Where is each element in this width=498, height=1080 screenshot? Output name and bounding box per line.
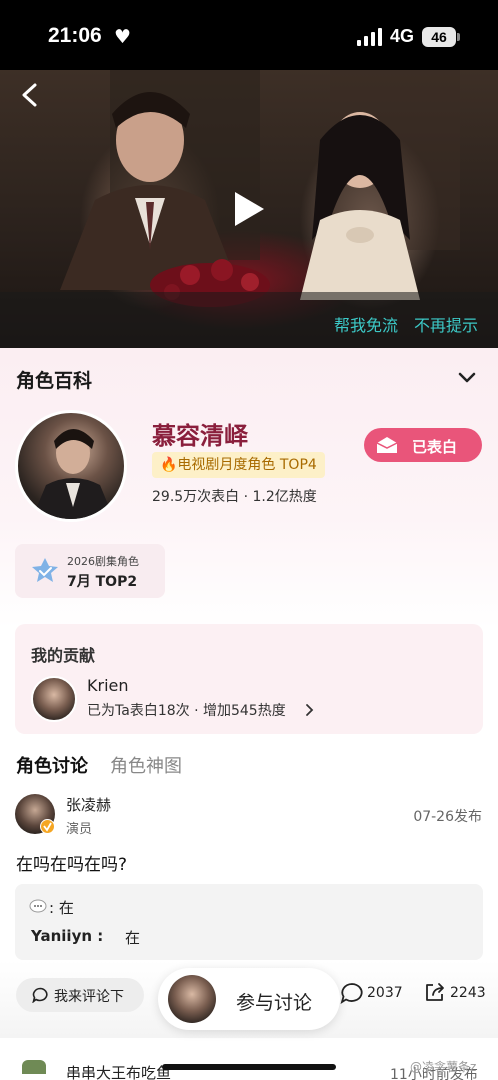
reply-preview[interactable]: : 在 Yaniiyn : 在 — [15, 884, 483, 960]
post-time: 07-26发布 — [413, 809, 482, 825]
year-badge-rank: 7月 TOP2 — [67, 574, 138, 590]
reply-icon[interactable] — [340, 982, 364, 1004]
character-panel: 角色百科 慕容清峄 🔥电视剧月度角色 TOP4 29.5万次表白 · 1.2亿热… — [0, 348, 498, 1080]
year-badge-label: 2026剧集角色 — [67, 555, 139, 568]
next-post-author[interactable]: 串串大王布吃鱼 — [66, 1062, 171, 1080]
reply-text: : 在 — [49, 899, 74, 917]
post-text[interactable]: 在吗在吗在吗? — [16, 850, 127, 875]
tab-discussion[interactable]: 角色讨论 — [16, 752, 88, 778]
character-stats: 29.5万次表白 · 1.2亿热度 — [152, 489, 317, 505]
character-name: 慕容清峄 — [152, 422, 248, 450]
comment-icon — [32, 987, 48, 1003]
next-post-avatar[interactable] — [22, 1060, 46, 1074]
heart-icon: ♥ — [114, 26, 132, 48]
post-author[interactable]: 张凌赫 — [66, 794, 111, 815]
contribution-title: 我的贡献 — [31, 646, 96, 665]
battery-icon: 46 — [422, 27, 456, 47]
year-rank-badge[interactable]: 2026剧集角色 7月 TOP2 — [15, 544, 165, 598]
back-icon[interactable] — [18, 82, 42, 108]
reply-count: 2037 — [367, 985, 403, 1001]
network-type: 4G — [390, 26, 415, 46]
join-discussion-button[interactable]: 参与讨论 — [158, 968, 340, 1030]
star-badge-icon — [32, 558, 58, 582]
contribution-user: Krien — [87, 676, 129, 695]
chevron-down-icon[interactable] — [458, 372, 476, 384]
video-player[interactable]: 帮我免流 不再提示 — [0, 70, 498, 348]
free-flow-link[interactable]: 帮我免流 — [334, 312, 398, 336]
character-avatar[interactable] — [15, 410, 127, 522]
user-avatar — [168, 975, 216, 1023]
verified-icon — [40, 819, 55, 834]
rank-badge[interactable]: 🔥电视剧月度角色 TOP4 — [152, 452, 325, 478]
status-bar: 21:06 ♥ 4G 46 — [0, 0, 498, 70]
envelope-icon — [376, 437, 398, 453]
comment-label: 我来评论下 — [54, 989, 124, 1005]
join-label: 参与讨论 — [236, 992, 313, 1014]
signal-icon — [357, 28, 382, 46]
watermark: @凌衾薯条z — [410, 1060, 477, 1074]
user-avatar — [31, 676, 77, 722]
play-icon[interactable] — [232, 190, 266, 228]
share-icon[interactable] — [424, 981, 446, 1003]
battery-tip — [457, 33, 460, 41]
reply-text: 在 — [125, 929, 141, 947]
share-count: 2243 — [450, 985, 486, 1001]
no-remind-link[interactable]: 不再提示 — [414, 312, 478, 336]
my-contribution-card[interactable]: 我的贡献 Krien 已为Ta表白18次 · 增加545热度 — [15, 624, 483, 734]
status-time: 21:06 — [48, 24, 102, 47]
section-title: 角色百科 — [16, 370, 93, 392]
reply-author: Yaniiyn : — [31, 927, 104, 945]
chevron-right-icon — [306, 704, 314, 716]
comment-button[interactable]: 我来评论下 — [16, 978, 144, 1012]
post-author-role: 演员 — [66, 822, 93, 837]
home-indicator[interactable] — [162, 1064, 336, 1070]
contribution-detail: 已为Ta表白18次 · 增加545热度 — [87, 703, 286, 719]
tab-gallery[interactable]: 角色神图 — [110, 752, 182, 778]
bubble-avatar-icon — [29, 899, 47, 913]
confessed-label: 已表白 — [412, 438, 458, 456]
bottom-action-bar: 我来评论下 参与讨论 2037 2243 — [0, 960, 498, 1038]
confessed-button[interactable]: 已表白 — [364, 428, 482, 462]
